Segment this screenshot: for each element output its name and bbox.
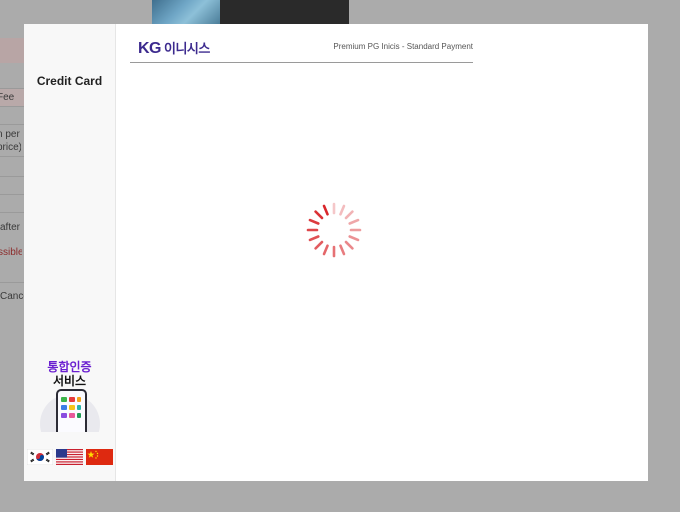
us-flag-icon[interactable]	[56, 449, 83, 465]
background-banner	[152, 0, 349, 24]
background-text: price)	[0, 142, 21, 153]
china-flag-icon[interactable]	[86, 449, 113, 465]
spinner-segment	[339, 204, 346, 216]
spinner-segment	[348, 218, 360, 225]
spinner-segment	[348, 235, 360, 242]
language-selector	[27, 449, 113, 465]
background-divider	[0, 282, 24, 283]
spinner-segment	[339, 244, 346, 256]
background-divider	[0, 194, 24, 195]
spinner-segment	[322, 204, 329, 216]
payment-content: KG 이니시스 Premium PG Inicis - Standard Paym…	[116, 24, 648, 481]
spinner-segment	[308, 218, 320, 225]
spinner-segment	[308, 235, 320, 242]
background-text: Fee	[0, 92, 15, 103]
background-divider	[0, 124, 24, 125]
background-divider	[0, 212, 24, 213]
background-text: after	[0, 222, 21, 233]
background-text: ssible	[0, 247, 22, 258]
background-divider	[0, 106, 24, 107]
background-band	[0, 38, 24, 63]
spinner-segment	[314, 210, 324, 220]
background-divider	[0, 88, 24, 89]
payment-header: KG 이니시스 Premium PG Inicis - Standard Paym…	[130, 24, 473, 63]
integrated-auth-line1: 통합인증	[47, 360, 92, 374]
background-divider	[0, 176, 24, 177]
korean-flag-icon[interactable]	[27, 449, 53, 465]
payment-sidebar: Credit Card 통합인증 서비스	[24, 24, 116, 481]
payment-modal: Credit Card 통합인증 서비스 KG 이니시스 Premium PG …	[24, 24, 648, 481]
kg-inicis-logo: KG 이니시스	[138, 38, 210, 58]
spinner-segment	[344, 240, 354, 250]
payment-method-title: Credit Card	[36, 74, 103, 88]
background-divider	[0, 156, 24, 157]
phone-app-icon	[38, 388, 102, 432]
spinner-segment	[344, 210, 354, 220]
integrated-auth-title: 통합인증 서비스	[24, 360, 115, 388]
header-subtitle: Premium PG Inicis - Standard Payment	[333, 42, 473, 51]
loading-spinner-icon	[306, 202, 362, 258]
logo-latin: KG	[138, 40, 162, 57]
spinner-segment	[314, 240, 324, 250]
background-text: n per	[0, 129, 20, 140]
spinner-segment	[322, 244, 329, 256]
background-banner-image	[152, 0, 220, 24]
background-text: Cance	[0, 291, 24, 302]
logo-korean: 이니시스	[164, 41, 210, 56]
integrated-auth-line2: 서비스	[52, 374, 87, 388]
